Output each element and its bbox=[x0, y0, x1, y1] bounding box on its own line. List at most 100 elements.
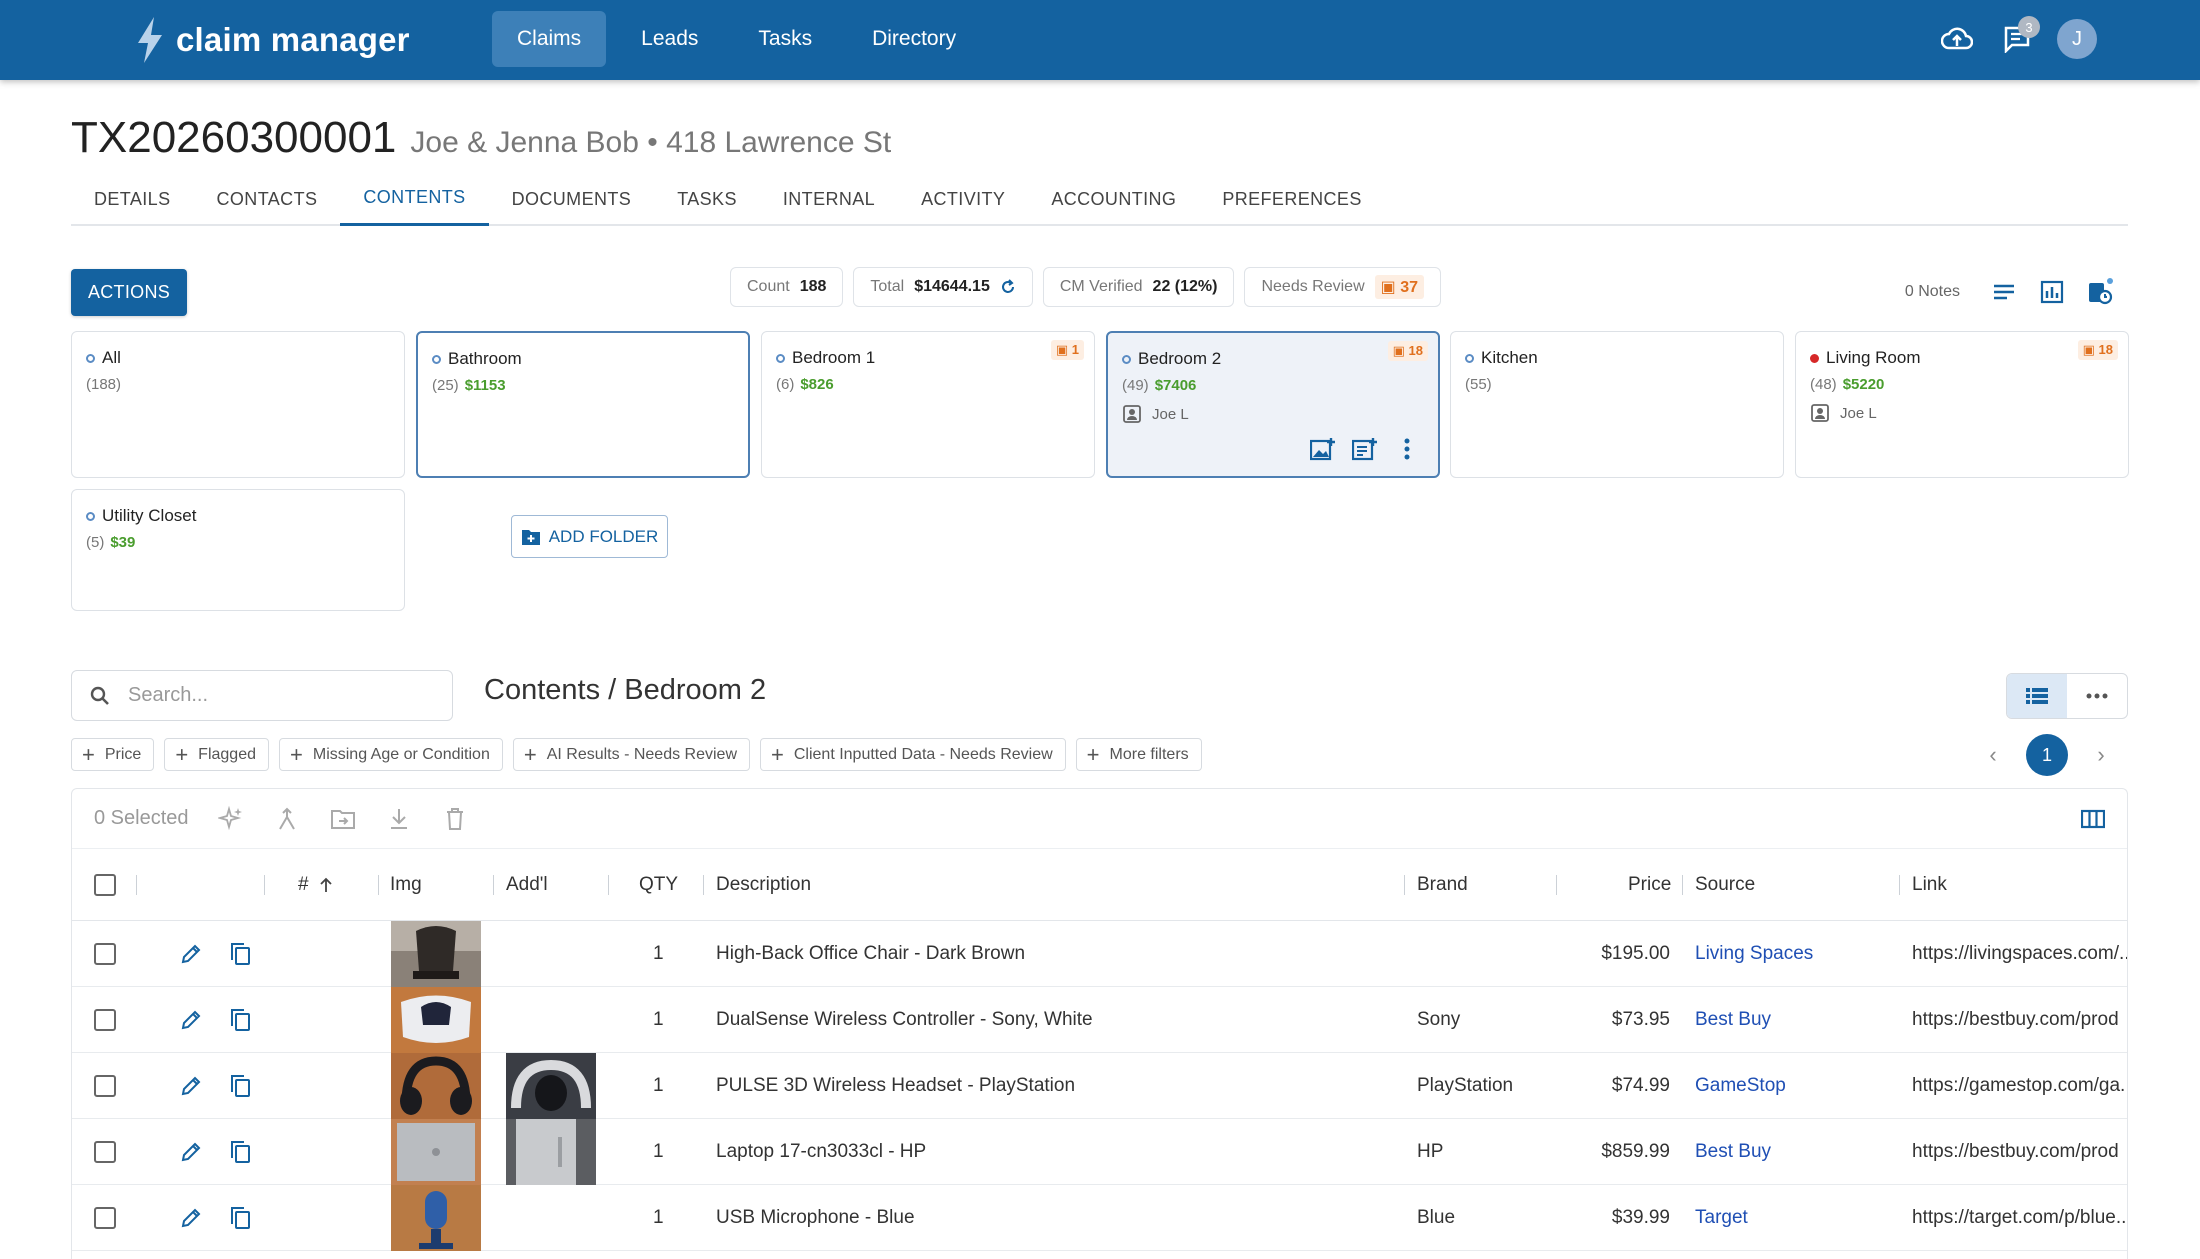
item-source-link[interactable]: Best Buy bbox=[1695, 987, 1771, 1052]
edit-icon[interactable] bbox=[180, 1119, 202, 1184]
item-photo[interactable] bbox=[391, 1119, 481, 1185]
prev-page-icon[interactable]: ‹ bbox=[1978, 742, 2008, 768]
ai-sparkle-button[interactable] bbox=[211, 799, 251, 839]
search-input[interactable] bbox=[128, 684, 408, 707]
tab-preferences[interactable]: PREFERENCES bbox=[1199, 172, 1384, 226]
row-checkbox[interactable] bbox=[94, 1008, 116, 1031]
item-link[interactable]: https://target.com/p/blue... bbox=[1912, 1185, 2127, 1250]
col-qty[interactable]: QTY bbox=[639, 849, 678, 920]
tab-activity[interactable]: ACTIVITY bbox=[898, 172, 1028, 226]
add-folder-button[interactable]: ADD FOLDER bbox=[511, 515, 668, 558]
additional-photo[interactable] bbox=[506, 1053, 596, 1119]
item-link[interactable]: https://gamestop.com/ga... bbox=[1912, 1053, 2127, 1118]
item-link[interactable]: https://bestbuy.com/prod bbox=[1912, 987, 2119, 1052]
messages-button[interactable]: 3 bbox=[1994, 16, 2040, 62]
filter-more[interactable]: + More filters bbox=[1075, 738, 1202, 771]
nav-tasks[interactable]: Tasks bbox=[733, 11, 837, 67]
folder-bedroom-2[interactable]: ▣ 18 Bedroom 2 (49) $7406 Joe L bbox=[1106, 331, 1440, 478]
folder-all[interactable]: All (188) bbox=[71, 331, 405, 478]
duplicate-icon[interactable] bbox=[229, 1119, 251, 1184]
refresh-icon[interactable] bbox=[1000, 279, 1016, 295]
col-addl[interactable]: Add'l bbox=[506, 849, 548, 920]
col-price[interactable]: Price bbox=[1628, 849, 1671, 920]
duplicate-icon[interactable] bbox=[229, 1185, 251, 1250]
item-photo[interactable] bbox=[391, 1053, 481, 1119]
row-checkbox[interactable] bbox=[94, 1140, 116, 1163]
duplicate-icon[interactable] bbox=[229, 987, 251, 1052]
item-source-link[interactable]: Best Buy bbox=[1695, 1119, 1771, 1184]
item-photo[interactable] bbox=[391, 921, 481, 987]
folder-bathroom[interactable]: Bathroom (25) $1153 bbox=[416, 331, 750, 478]
folder-bedroom-1[interactable]: ▣ 1 Bedroom 1 (6) $826 bbox=[761, 331, 1095, 478]
report-button[interactable] bbox=[2032, 272, 2072, 312]
edit-icon[interactable] bbox=[180, 1185, 202, 1250]
app-logo[interactable]: claim manager bbox=[134, 14, 410, 66]
edit-icon[interactable] bbox=[180, 987, 202, 1052]
item-photo[interactable] bbox=[391, 987, 481, 1053]
add-photo-button[interactable] bbox=[1306, 432, 1340, 466]
needs-review-stat[interactable]: Needs Review ▣ 37 bbox=[1244, 267, 1441, 307]
history-button[interactable] bbox=[2080, 272, 2120, 312]
folder-kitchen[interactable]: Kitchen (55) bbox=[1450, 331, 1784, 478]
folder-living-room[interactable]: ▣ 18 Living Room (48) $5220 Joe L bbox=[1795, 331, 2129, 478]
tab-internal[interactable]: INTERNAL bbox=[760, 172, 898, 226]
tab-contents[interactable]: CONTENTS bbox=[340, 172, 489, 226]
tab-documents[interactable]: DOCUMENTS bbox=[489, 172, 655, 226]
list-view-toggle[interactable] bbox=[2007, 674, 2067, 718]
tab-accounting[interactable]: ACCOUNTING bbox=[1028, 172, 1199, 226]
download-button[interactable] bbox=[379, 799, 419, 839]
item-link[interactable]: https://livingspaces.com/... bbox=[1912, 921, 2127, 986]
item-link[interactable]: https://bestbuy.com/prod bbox=[1912, 1119, 2119, 1184]
row-checkbox[interactable] bbox=[94, 942, 116, 965]
col-link[interactable]: Link bbox=[1912, 849, 1947, 920]
nav-directory[interactable]: Directory bbox=[847, 11, 981, 67]
filter-ai-results[interactable]: + AI Results - Needs Review bbox=[512, 738, 750, 771]
item-source-link[interactable]: Target bbox=[1695, 1185, 1748, 1250]
list-view-button[interactable] bbox=[1984, 272, 2024, 312]
col-source[interactable]: Source bbox=[1695, 849, 1755, 920]
move-to-folder-button[interactable] bbox=[323, 799, 363, 839]
next-page-icon[interactable]: › bbox=[2086, 742, 2116, 768]
table-row[interactable]: 1 DualSense Wireless Controller - Sony, … bbox=[72, 987, 2127, 1053]
delete-button[interactable] bbox=[435, 799, 475, 839]
filter-missing-age[interactable]: + Missing Age or Condition bbox=[279, 738, 503, 771]
folder-utility-closet[interactable]: Utility Closet (5) $39 bbox=[71, 489, 405, 611]
item-source-link[interactable]: Living Spaces bbox=[1695, 921, 1813, 986]
table-row[interactable]: 1 Laptop 17-cn3033cl - HP HP $859.99 Bes… bbox=[72, 1119, 2127, 1185]
add-item-button[interactable] bbox=[1348, 432, 1382, 466]
tab-tasks[interactable]: TASKS bbox=[654, 172, 760, 226]
columns-button[interactable] bbox=[2073, 799, 2113, 839]
cloud-upload-button[interactable] bbox=[1934, 16, 1980, 62]
notes-count[interactable]: 0 Notes bbox=[1905, 283, 1960, 301]
additional-photo[interactable] bbox=[506, 1119, 596, 1185]
row-checkbox[interactable] bbox=[94, 1206, 116, 1229]
filter-client-inputted[interactable]: + Client Inputted Data - Needs Review bbox=[760, 738, 1066, 771]
duplicate-icon[interactable] bbox=[229, 921, 251, 986]
filter-flagged[interactable]: + Flagged bbox=[164, 738, 269, 771]
col-description[interactable]: Description bbox=[716, 849, 811, 920]
tab-contacts[interactable]: CONTACTS bbox=[194, 172, 341, 226]
page-1-button[interactable]: 1 bbox=[2026, 734, 2068, 776]
item-photo[interactable] bbox=[391, 1185, 481, 1251]
nav-leads[interactable]: Leads bbox=[616, 11, 723, 67]
table-row[interactable]: 1 PULSE 3D Wireless Headset - PlayStatio… bbox=[72, 1053, 2127, 1119]
col-brand[interactable]: Brand bbox=[1417, 849, 1468, 920]
col-number[interactable]: # bbox=[298, 849, 333, 920]
item-source-link[interactable]: GameStop bbox=[1695, 1053, 1786, 1118]
user-menu[interactable]: J bbox=[2054, 16, 2100, 62]
filter-price[interactable]: + Price bbox=[71, 738, 155, 771]
actions-button[interactable]: ACTIONS bbox=[71, 269, 187, 316]
table-row[interactable]: 1 High-Back Office Chair - Dark Brown $1… bbox=[72, 921, 2127, 987]
tab-details[interactable]: DETAILS bbox=[71, 172, 194, 226]
row-checkbox[interactable] bbox=[94, 1074, 116, 1097]
more-options-button[interactable] bbox=[2067, 674, 2127, 718]
folder-more-button[interactable] bbox=[1390, 432, 1424, 466]
edit-icon[interactable] bbox=[180, 1053, 202, 1118]
nav-claims[interactable]: Claims bbox=[492, 11, 607, 67]
duplicate-icon[interactable] bbox=[229, 1053, 251, 1118]
edit-icon[interactable] bbox=[180, 921, 202, 986]
merge-button[interactable] bbox=[267, 799, 307, 839]
col-img[interactable]: Img bbox=[390, 849, 422, 920]
select-all-checkbox[interactable] bbox=[94, 873, 116, 896]
table-row[interactable]: 1 USB Microphone - Blue Blue $39.99 Targ… bbox=[72, 1185, 2127, 1251]
